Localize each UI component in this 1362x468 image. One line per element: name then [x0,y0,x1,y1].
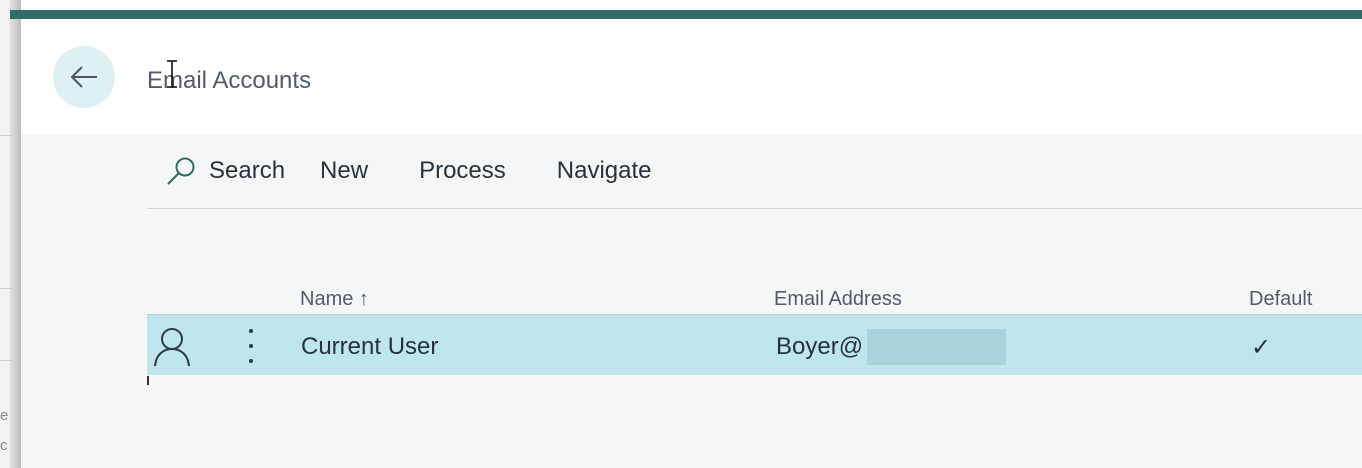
action-bar: Search New Process Navigate [147,134,1362,209]
content-area: Search New Process Navigate Name ↑ Email… [21,134,1362,468]
navigate-menu[interactable]: Navigate [557,157,652,185]
search-icon [165,156,197,186]
row-actions-menu-icon[interactable] [241,329,261,363]
background-divider [0,360,12,361]
background-window-shadow [10,0,21,468]
column-header-default[interactable]: Default [1249,288,1312,311]
arrow-left-icon [69,65,99,89]
page: e c Email Accounts Search New Process Na… [0,0,1362,468]
page-header: Email Accounts [21,19,1362,134]
redacted-area [867,329,1006,365]
search-label: Search [209,157,286,184]
cell-email-address: Boyer@ [776,333,864,360]
background-divider [0,288,12,289]
column-header-name[interactable]: Name ↑ [300,288,369,311]
process-menu[interactable]: Process [419,157,506,185]
text-cursor-icon [166,59,178,94]
cell-name[interactable]: Current User [301,333,438,361]
user-icon [152,327,192,372]
background-text-fragment: e [0,407,9,424]
background-divider [0,135,12,136]
background-text-fragment: c [0,437,8,454]
cell-default-checkmark: ✓ [1251,334,1272,361]
table-row[interactable]: Current User Boyer@ ✓ [147,314,1362,375]
email-accounts-page: Email Accounts Search New Process Naviga… [21,19,1362,468]
back-button[interactable] [53,46,115,108]
search-button[interactable]: Search [165,156,285,186]
focus-marker [147,376,149,385]
new-button[interactable]: New [320,157,368,185]
grid-header: Name ↑ Email Address Default [147,264,1362,314]
column-header-email-address[interactable]: Email Address [774,288,902,311]
accent-bar [10,10,1362,19]
